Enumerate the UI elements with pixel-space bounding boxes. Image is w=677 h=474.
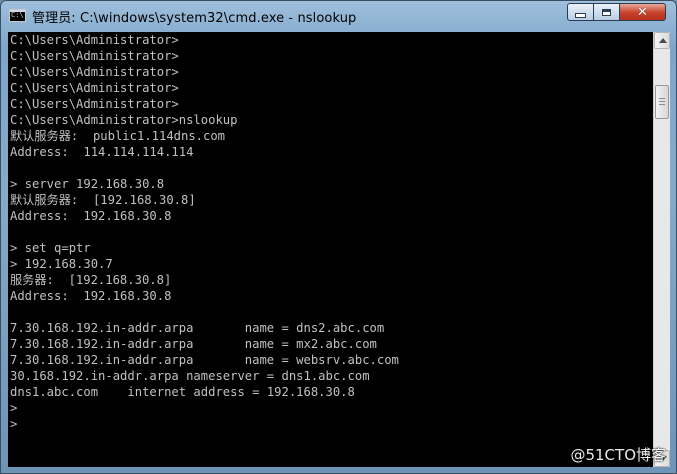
- console-line: >: [10, 401, 18, 415]
- grip-line: [659, 101, 665, 102]
- window-title: 管理员: C:\windows\system32\cmd.exe - nsloo…: [32, 11, 357, 26]
- watermark-logo: @51CTO博客: [570, 446, 666, 464]
- console-line: dns1.abc.com internet address = 192.168.…: [10, 385, 355, 399]
- console-line: 7.30.168.192.in-addr.arpa name = dns2.ab…: [10, 321, 385, 335]
- console-line: 7.30.168.192.in-addr.arpa name = mx2.abc…: [10, 337, 377, 351]
- maximize-button[interactable]: [593, 3, 620, 21]
- console-line: C:\Users\Administrator>: [10, 97, 179, 111]
- console-line: C:\Users\Administrator>: [10, 49, 179, 63]
- chevron-up-icon: [659, 38, 667, 43]
- console-line: 默认服务器: public1.114dns.com: [10, 129, 226, 143]
- maximize-icon: [602, 8, 611, 16]
- console-line: 7.30.168.192.in-addr.arpa name = websrv.…: [10, 353, 399, 367]
- cmd-icon[interactable]: C:\: [9, 9, 26, 22]
- cmd-window: C:\ 管理员: C:\windows\system32\cmd.exe - n…: [0, 0, 677, 474]
- console-line: > server 192.168.30.8: [10, 177, 165, 191]
- grip-line: [659, 104, 665, 105]
- console-line: 默认服务器: [192.168.30.8]: [10, 193, 196, 207]
- console-line: Address: 192.168.30.8: [10, 289, 172, 303]
- console-line: > set q=ptr: [10, 241, 91, 255]
- close-icon: ✕: [637, 4, 648, 20]
- console-line: Address: 192.168.30.8: [10, 209, 172, 223]
- scroll-up-button[interactable]: [654, 32, 670, 49]
- minimize-icon: [575, 13, 586, 18]
- console-lines: C:\Users\Administrator> C:\Users\Administ…: [8, 32, 654, 432]
- console-line: C:\Users\Administrator>: [10, 81, 179, 95]
- console-line: >: [10, 417, 18, 431]
- console-line: Address: 114.114.114.114: [10, 145, 194, 159]
- console-line: 服务器: [192.168.30.8]: [10, 273, 172, 287]
- console-line: 30.168.192.in-addr.arpa nameserver = dns…: [10, 369, 370, 383]
- scroll-thumb[interactable]: [655, 85, 669, 119]
- grip-line: [659, 98, 665, 99]
- minimize-button[interactable]: [567, 3, 594, 21]
- console-line: > 192.168.30.7: [10, 257, 113, 271]
- vertical-scrollbar[interactable]: [653, 32, 670, 467]
- title-bar[interactable]: C:\ 管理员: C:\windows\system32\cmd.exe - n…: [1, 1, 676, 31]
- console-output[interactable]: C:\Users\Administrator> C:\Users\Administ…: [8, 32, 654, 467]
- console-line: C:\Users\Administrator>: [10, 33, 179, 47]
- console-line: C:\Users\Administrator>: [10, 65, 179, 79]
- console-line: C:\Users\Administrator>nslookup: [10, 113, 238, 127]
- close-button[interactable]: ✕: [619, 3, 666, 21]
